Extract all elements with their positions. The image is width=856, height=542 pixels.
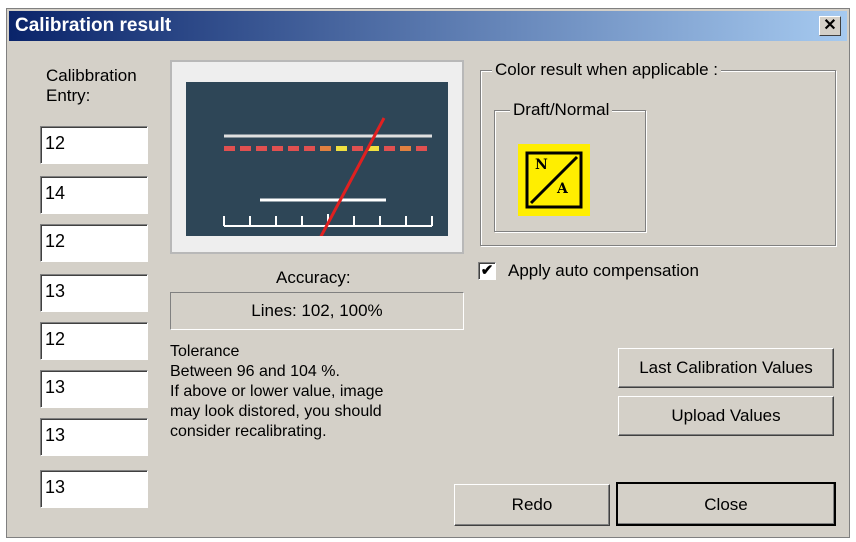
accuracy-label: Accuracy: xyxy=(276,268,351,287)
tolerance-line-5: consider recalibrating. xyxy=(170,423,327,440)
tolerance-line-4: may look distored, you should xyxy=(170,403,382,420)
entries-label-line2: Entry: xyxy=(46,86,91,105)
accuracy-meter xyxy=(186,82,448,243)
color-result-label: Color result when applicable : xyxy=(492,60,722,80)
title-bar: Calibration result ✕ xyxy=(9,11,847,41)
entry-field-4[interactable]: 13 xyxy=(40,274,148,312)
na-icon-top: N xyxy=(535,157,548,173)
entry-field-1[interactable]: 12 xyxy=(40,126,148,164)
redo-button[interactable]: Redo xyxy=(454,484,610,526)
window-title: Calibration result xyxy=(15,15,172,36)
meter-graphic xyxy=(223,117,433,243)
entry-field-5[interactable]: 12 xyxy=(40,322,148,360)
entry-field-3[interactable]: 12 xyxy=(40,224,148,262)
entry-field-8[interactable]: 13 xyxy=(40,470,148,508)
entries-label: Calibbration Entry: xyxy=(46,66,137,106)
na-icon-bottom: A xyxy=(557,181,568,197)
auto-compensation-label: Apply auto compensation xyxy=(508,261,699,280)
entry-field-2[interactable]: 14 xyxy=(40,176,148,214)
entry-field-6[interactable]: 13 xyxy=(40,370,148,408)
upload-values-button[interactable]: Upload Values xyxy=(618,396,834,436)
tolerance-line-3: If above or lower value, image xyxy=(170,383,384,400)
tolerance-line-2: Between 96 and 104 %. xyxy=(170,363,340,380)
close-window-button[interactable]: ✕ xyxy=(819,16,841,36)
tolerance-text: Tolerance Between 96 and 104 %. If above… xyxy=(170,342,470,442)
meter-color-scale xyxy=(224,146,427,151)
entries-label-line1: Calibbration xyxy=(46,66,137,85)
draft-normal-label: Draft/Normal xyxy=(510,100,613,120)
entry-field-7[interactable]: 13 xyxy=(40,418,148,456)
na-icon-graphic xyxy=(525,151,583,209)
na-icon: N A xyxy=(518,144,590,216)
accuracy-readout: Lines: 102, 100% xyxy=(170,292,464,330)
close-button[interactable]: Close xyxy=(616,482,836,526)
auto-compensation-checkbox[interactable]: ✔ xyxy=(478,262,496,280)
last-calibration-values-button[interactable]: Last Calibration Values xyxy=(618,348,834,388)
tolerance-line-1: Tolerance xyxy=(170,343,240,360)
